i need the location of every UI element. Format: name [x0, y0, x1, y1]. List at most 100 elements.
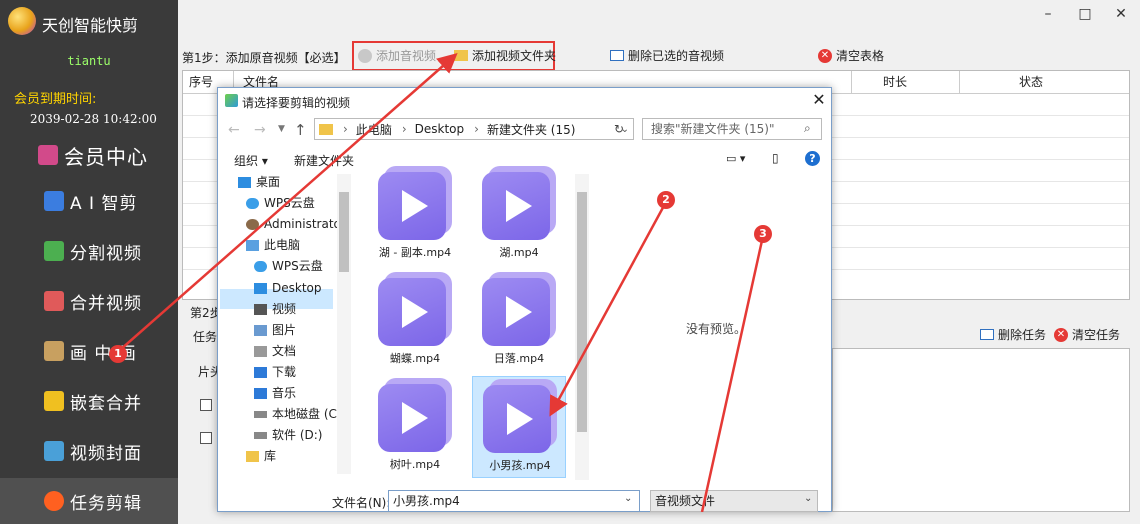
sidebar-item-label: 会员中心 — [64, 144, 148, 169]
back-arrow-icon[interactable]: ← — [228, 122, 240, 138]
new-folder-button[interactable]: 新建文件夹 — [294, 152, 354, 169]
desktop-icon — [254, 282, 267, 294]
clear-table-button[interactable]: ✕ 清空表格 — [818, 47, 884, 64]
file-open-dialog: 请选择要剪辑的视频 ✕ ← → ▼ ↑ › 此电脑 › Desktop › 新建… — [217, 87, 832, 512]
close-button[interactable]: ✕ — [1113, 6, 1129, 22]
tree-item-label: 库 — [264, 449, 277, 463]
column-header-duration[interactable]: 时长 — [883, 71, 907, 93]
sidebar-item-vip-center[interactable]: 会员中心 — [0, 132, 178, 178]
file-item[interactable]: 湖 - 副本.mp4 — [368, 164, 462, 266]
sidebar-item-video-cover[interactable]: 视频封面 — [0, 428, 178, 474]
search-icon[interactable]: ⌕ — [804, 121, 811, 136]
folder-icon — [319, 123, 333, 135]
tree-item-downloads[interactable]: 下载 — [254, 362, 296, 382]
sidebar-item-label: 任务剪辑 — [70, 493, 142, 514]
pc-icon — [246, 239, 259, 251]
view-options-icon[interactable]: ▭ ▾ — [726, 152, 745, 165]
add-audio-video-button[interactable]: 添加音视频 — [358, 47, 436, 64]
tree-item-administrator[interactable]: Administrator — [246, 214, 346, 234]
clear-task-button[interactable]: ✕ 清空任务 — [1054, 326, 1120, 343]
folder-add-icon — [454, 50, 468, 61]
add-video-folder-button[interactable]: 添加视频文件夹 — [454, 47, 556, 64]
tree-item-label: Desktop — [272, 281, 322, 295]
search-input[interactable]: 搜索"新建文件夹 (15)" — [642, 118, 822, 140]
filename-dropdown-icon[interactable]: ⌄ — [624, 493, 632, 504]
merge-icon — [44, 291, 64, 311]
minimize-button[interactable]: – — [1040, 6, 1056, 22]
desktop-icon — [238, 176, 251, 188]
file-name: 湖 - 副本.mp4 — [378, 246, 452, 259]
tree-item-pictures[interactable]: 图片 — [254, 320, 296, 340]
dialog-app-icon — [225, 94, 238, 107]
file-item[interactable]: 树叶.mp4 — [368, 376, 462, 478]
tree-item-drive-c[interactable]: 本地磁盘 (C:) — [254, 404, 346, 424]
tree-item-this-pc[interactable]: 此电脑 — [246, 235, 300, 255]
file-name: 蝴蝶.mp4 — [389, 352, 441, 365]
cloud-icon — [246, 197, 259, 209]
maximize-button[interactable]: □ — [1077, 6, 1093, 22]
column-header-status[interactable]: 状态 — [1019, 71, 1043, 93]
breadcrumb-desktop[interactable]: Desktop — [415, 122, 465, 136]
sidebar-item-task-edit[interactable]: 任务剪辑 — [0, 478, 178, 524]
file-grid-scrollbar-thumb[interactable] — [577, 192, 587, 432]
sidebar-item-merge-video[interactable]: 合并视频 — [0, 278, 178, 324]
sidebar-item-split-video[interactable]: 分割视频 — [0, 228, 178, 274]
column-header-seq[interactable]: 序号 — [189, 71, 213, 93]
ai-icon — [44, 191, 64, 211]
breadcrumb-this-pc[interactable]: 此电脑 — [356, 121, 392, 138]
breadcrumb-folder[interactable]: 新建文件夹 (15) — [487, 121, 575, 138]
tree-scrollbar-thumb[interactable] — [339, 192, 349, 272]
file-item[interactable]: 蝴蝶.mp4 — [368, 270, 462, 372]
tree-item-library[interactable]: 库 — [246, 446, 276, 466]
delete-selected-label: 删除已选的音视频 — [628, 49, 725, 63]
option-checkbox[interactable] — [200, 432, 212, 444]
sidebar-item-ai-cut[interactable]: A I 智剪 — [0, 178, 178, 224]
tree-item-wps-cloud-2[interactable]: WPS云盘 — [254, 256, 323, 276]
navigation-tree: 桌面 WPS云盘 Administrator 此电脑 WPS云盘 Desktop… — [218, 174, 351, 474]
dialog-close-icon[interactable]: ✕ — [810, 90, 828, 110]
address-bar[interactable]: › 此电脑 › Desktop › 新建文件夹 (15) ⌄ — [314, 118, 634, 140]
file-item[interactable]: 湖.mp4 — [472, 164, 566, 266]
video-file-icon — [483, 379, 557, 453]
sidebar-item-nested-merge[interactable]: 嵌套合并 — [0, 378, 178, 424]
filename-input[interactable]: 小男孩.mp4 — [388, 490, 640, 512]
tree-item-label: 音乐 — [272, 386, 297, 400]
sidebar: 天创智能快剪 tiantu 会员到期时间: 2039-02-28 10:42:0… — [0, 0, 178, 524]
sidebar-item-label: 分割视频 — [70, 243, 142, 264]
tree-item-wps-cloud[interactable]: WPS云盘 — [246, 193, 315, 213]
delete-selected-button[interactable]: 删除已选的音视频 — [610, 47, 724, 64]
forward-arrow-icon[interactable]: → — [254, 122, 266, 138]
tree-item-drive-d[interactable]: 软件 (D:) — [254, 425, 322, 445]
file-item-selected[interactable]: 小男孩.mp4 — [472, 376, 566, 478]
video-file-icon — [482, 272, 556, 346]
option-checkbox[interactable] — [200, 399, 212, 411]
file-grid: 湖 - 副本.mp4 湖.mp4 蝴蝶.mp4 日落.mp4 树叶.mp4 小男… — [354, 166, 591, 480]
app-logo — [8, 7, 36, 35]
tree-item-label: WPS云盘 — [272, 259, 323, 273]
tree-item-documents[interactable]: 文档 — [254, 341, 296, 361]
add-video-folder-label: 添加视频文件夹 — [472, 49, 557, 63]
tree-item-label: Administrator — [264, 217, 346, 231]
tree-item-videos[interactable]: 视频 — [254, 299, 296, 319]
refresh-icon[interactable]: ↻ — [614, 122, 624, 136]
tree-item-music[interactable]: 音乐 — [254, 383, 296, 403]
preview-pane-icon[interactable]: ▯ — [772, 151, 779, 165]
file-name: 日落.mp4 — [493, 352, 545, 365]
file-type-filter[interactable]: 音视频文件 — [650, 490, 818, 512]
tree-item-label: 桌面 — [256, 175, 281, 189]
tree-item-desktop[interactable]: 桌面 — [238, 172, 280, 192]
file-name: 小男孩.mp4 — [489, 459, 551, 472]
organize-menu[interactable]: 组织 ▾ — [234, 152, 268, 169]
video-file-icon — [378, 272, 452, 346]
delete-task-button[interactable]: 删除任务 — [980, 326, 1046, 343]
task-list-panel[interactable] — [832, 348, 1130, 512]
recent-dropdown-icon[interactable]: ▼ — [278, 124, 285, 134]
dialog-title: 请选择要剪辑的视频 — [242, 96, 351, 110]
help-icon[interactable]: ? — [805, 151, 820, 166]
up-arrow-icon[interactable]: ↑ — [294, 121, 307, 139]
task-label: 任务 — [193, 330, 218, 344]
sidebar-item-picture-in-picture[interactable]: 画 中 画 — [0, 328, 178, 374]
tree-item-desktop-folder[interactable]: Desktop — [254, 278, 322, 298]
file-item[interactable]: 日落.mp4 — [472, 270, 566, 372]
filter-dropdown-icon[interactable]: ⌄ — [804, 493, 812, 504]
